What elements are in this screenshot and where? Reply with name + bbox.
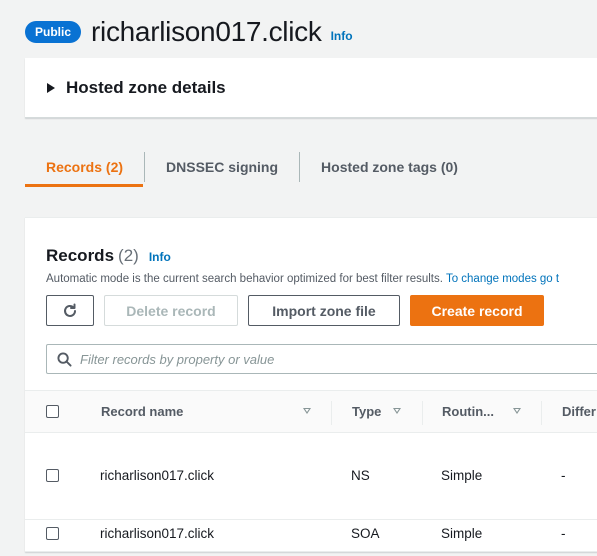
records-search bbox=[46, 344, 597, 374]
column-divider bbox=[331, 401, 332, 425]
column-divider bbox=[541, 401, 542, 425]
row-checkbox[interactable] bbox=[46, 469, 59, 482]
routing-policy-cell: Simple bbox=[441, 526, 483, 541]
refresh-button[interactable] bbox=[46, 295, 94, 326]
import-zone-file-button[interactable]: Import zone file bbox=[248, 295, 400, 326]
differentiator-cell: - bbox=[561, 468, 566, 483]
sort-icon[interactable] bbox=[393, 408, 401, 414]
tab-records[interactable]: Records (2) bbox=[25, 152, 144, 182]
zone-tabs: Records (2) DNSSEC signing Hosted zone t… bbox=[25, 148, 479, 186]
active-tab-indicator bbox=[25, 184, 143, 187]
refresh-icon bbox=[64, 303, 76, 317]
record-type-cell: SOA bbox=[351, 526, 380, 541]
create-record-button[interactable]: Create record bbox=[410, 295, 544, 326]
record-name-cell: richarlison017.click bbox=[100, 526, 215, 541]
row-checkbox[interactable] bbox=[46, 527, 59, 540]
records-description: Automatic mode is the current search beh… bbox=[46, 273, 559, 285]
routing-policy-cell: Simple bbox=[441, 468, 483, 483]
header-info-link[interactable]: Info bbox=[331, 29, 353, 43]
table-header: Record name Type Routin... Differ bbox=[25, 390, 597, 433]
hosted-zone-details-expander[interactable]: Hosted zone details bbox=[25, 58, 597, 118]
tab-dnssec-signing[interactable]: DNSSEC signing bbox=[145, 152, 299, 182]
differentiator-cell: - bbox=[561, 526, 566, 541]
search-icon bbox=[57, 351, 72, 367]
caret-right-icon bbox=[47, 82, 55, 93]
column-divider bbox=[422, 401, 423, 425]
column-differentiator[interactable]: Differ bbox=[562, 391, 596, 433]
sort-icon[interactable] bbox=[513, 408, 521, 414]
records-count: (2) bbox=[118, 246, 139, 265]
records-info-link[interactable]: Info bbox=[149, 250, 171, 264]
sort-icon[interactable] bbox=[303, 408, 311, 414]
filter-records-input[interactable] bbox=[80, 351, 597, 367]
records-description-text: Automatic mode is the current search beh… bbox=[46, 273, 443, 285]
column-record-name[interactable]: Record name bbox=[101, 391, 183, 433]
records-table: Record name Type Routin... Differ richar… bbox=[25, 390, 597, 552]
record-type-cell: NS bbox=[351, 468, 370, 483]
table-row[interactable]: richarlison017.click NS Simple - bbox=[25, 433, 597, 520]
records-panel: Records (2) Info Automatic mode is the c… bbox=[25, 217, 597, 552]
records-heading: Records (2) Info bbox=[46, 246, 171, 266]
column-routing[interactable]: Routin... bbox=[442, 391, 494, 433]
delete-record-button[interactable]: Delete record bbox=[104, 295, 238, 326]
hosted-zone-details-label: Hosted zone details bbox=[66, 77, 226, 97]
select-all-checkbox[interactable] bbox=[46, 405, 59, 418]
visibility-badge: Public bbox=[25, 21, 82, 43]
records-title: Records bbox=[46, 246, 115, 265]
change-modes-link[interactable]: To change modes go t bbox=[446, 273, 559, 285]
record-name-cell: richarlison017.click bbox=[100, 468, 215, 483]
tab-hosted-zone-tags[interactable]: Hosted zone tags (0) bbox=[300, 152, 479, 182]
column-type[interactable]: Type bbox=[352, 391, 381, 433]
table-row[interactable]: richarlison017.click SOA Simple - bbox=[25, 520, 597, 552]
page-title: richarlison017.click bbox=[91, 16, 322, 47]
page-header: Public richarlison017.click Info bbox=[25, 14, 353, 50]
